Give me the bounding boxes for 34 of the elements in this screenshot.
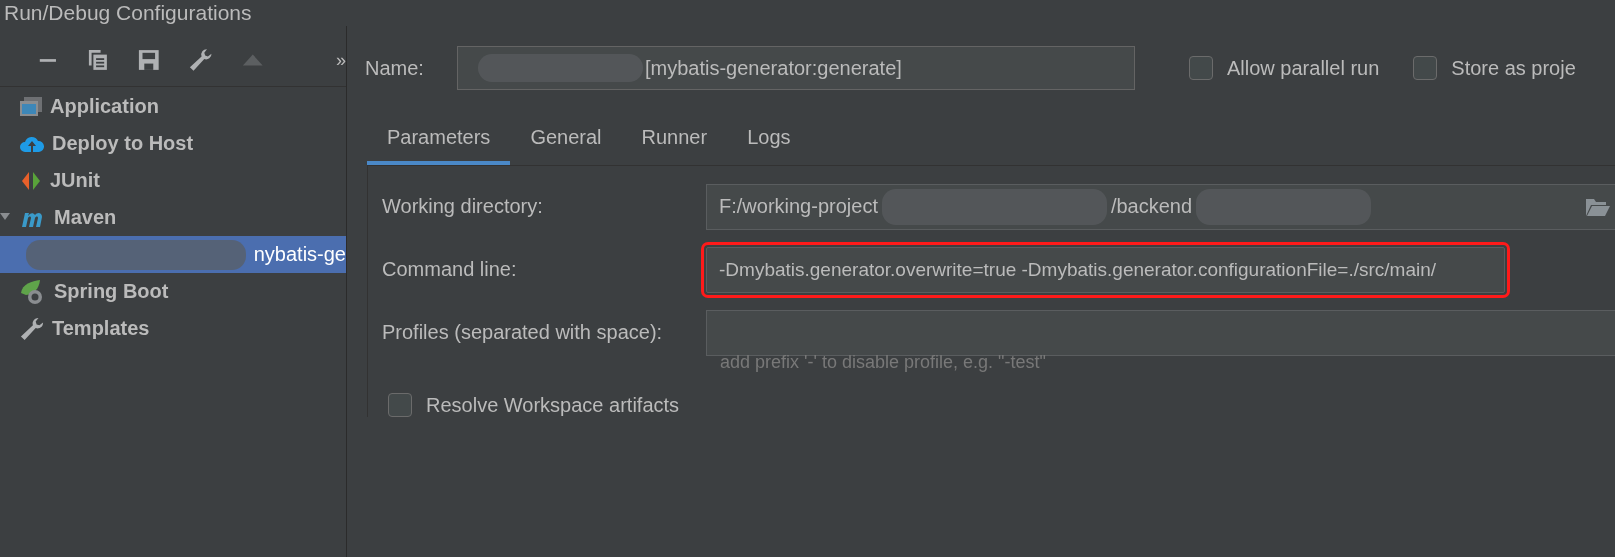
tree-item-label: Maven (54, 206, 117, 229)
field-label: Profiles (separated with space): (382, 321, 664, 344)
checkbox-label: Store as proje (1451, 56, 1576, 80)
tree-item-label: JUnit (50, 169, 100, 192)
checkbox-label: Resolve Workspace artifacts (426, 393, 680, 417)
tab[interactable]: Runner (621, 118, 728, 165)
directory-field[interactable]: F:/working-project /backend (706, 183, 1615, 230)
tab[interactable]: Logs (727, 118, 811, 165)
tree-item-label: Deploy to Host (52, 132, 194, 155)
tab[interactable]: General (510, 118, 622, 165)
field-label: Command line: (382, 258, 518, 281)
tab[interactable]: Parameters (367, 118, 511, 165)
field-value: /backend (1110, 195, 1193, 218)
tree-item-label: Templates (52, 317, 150, 340)
window-title: Run/Debug Configurations (3, 0, 253, 26)
name-label: Name: (365, 56, 425, 80)
tree-item-label: Spring Boot (54, 280, 169, 303)
tree-item[interactable]: Deploy to Host (0, 125, 346, 162)
tree-item[interactable]: Maven (0, 199, 346, 236)
more-button[interactable]: » (336, 49, 347, 71)
checkbox-label: Allow parallel run (1227, 56, 1380, 80)
name-field[interactable]: [mybatis-generator:generate] (457, 46, 1135, 90)
tree-item-label: Application (50, 95, 159, 118)
tree-item[interactable]: Spring Boot (0, 273, 346, 310)
field-value: F:/working-project (719, 195, 878, 218)
tree-item[interactable]: Application (0, 88, 346, 125)
tree-item[interactable]: nybatis-ge (0, 236, 346, 273)
field-value: [mybatis-generator:generate] (645, 56, 902, 80)
tree-item[interactable]: Templates (0, 310, 346, 347)
hint-text: add prefix '-' to disable profile, e.g. "-test" (720, 352, 1047, 373)
field-value: -Dmybatis.generator.overwrite=true -Dmybatis.generator.configurationFile=./src/main/ (719, 258, 1437, 281)
tree-item-label: nybatis-ge (253, 243, 346, 266)
tree-item[interactable]: JUnit (0, 162, 346, 199)
field-label: Working directory: (382, 195, 544, 218)
